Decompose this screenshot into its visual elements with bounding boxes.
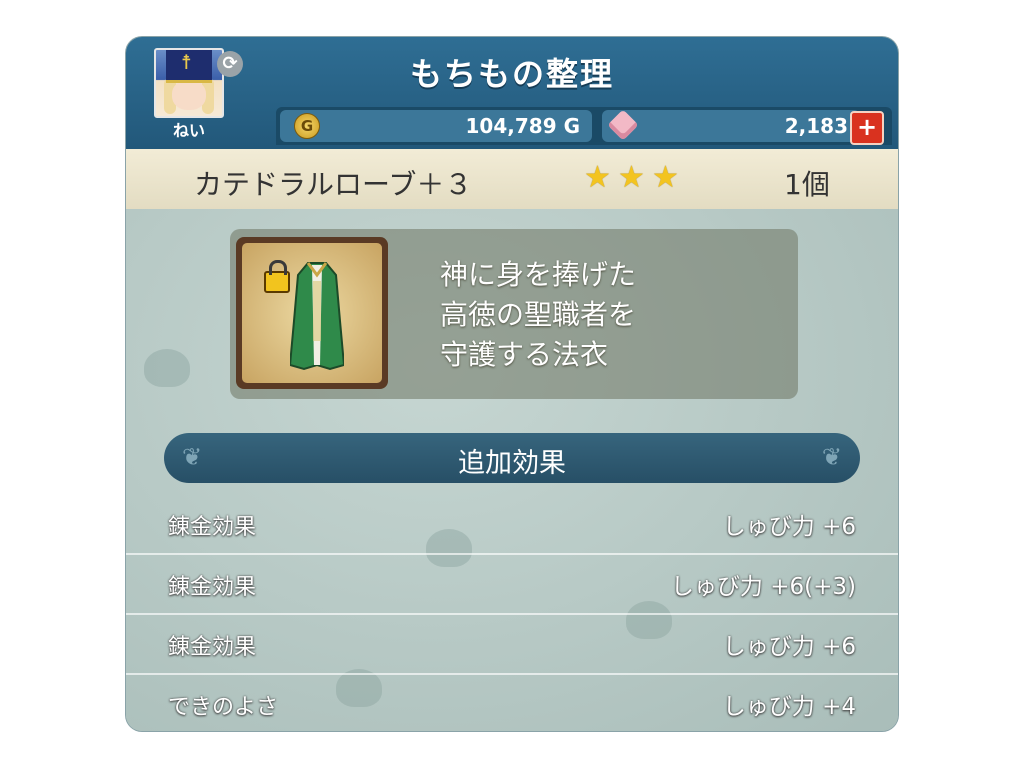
effect-row: 錬金効果 しゅび力 +6 bbox=[126, 613, 898, 675]
currency-bar: G 104,789 G 2,183 bbox=[276, 107, 892, 145]
effect-value: しゅび力 +4 bbox=[722, 694, 856, 720]
section-title: 追加効果 bbox=[458, 448, 566, 479]
add-gems-button[interactable]: + bbox=[850, 111, 884, 145]
item-description: 神に身を捧げた 高徳の聖職者を 守護する法衣 bbox=[440, 258, 637, 371]
gold-display: G 104,789 G bbox=[280, 110, 592, 142]
slime-watermark-icon bbox=[144, 349, 190, 387]
robe-icon bbox=[290, 262, 344, 371]
item-info-bar: カテドラルローブ＋３ ★ ★ ★ 1個 bbox=[126, 149, 898, 211]
gem-amount: 2,183 bbox=[784, 114, 848, 138]
effect-label: 錬金効果 bbox=[168, 635, 257, 660]
gem-display: 2,183 bbox=[602, 109, 860, 142]
effect-row: できのよさ しゅび力 +4 bbox=[126, 673, 898, 731]
item-image-frame[interactable] bbox=[236, 237, 388, 389]
lock-icon[interactable] bbox=[264, 260, 290, 293]
page-title: もちもの整理 bbox=[409, 55, 614, 93]
effect-value: しゅび力 +6 bbox=[722, 514, 856, 540]
inventory-panel: ⟳ ねい もちもの整理 G 104,789 G 2,183 + カテドラルローブ… bbox=[126, 37, 898, 731]
player-name: ねい bbox=[172, 121, 205, 140]
effect-row: 錬金効果 しゅび力 +6 bbox=[126, 493, 898, 555]
item-name: カテドラルローブ＋３ bbox=[194, 168, 473, 201]
star-icon: ★ bbox=[652, 160, 679, 195]
gem-icon bbox=[607, 109, 639, 141]
effect-row: 錬金効果 しゅび力 +6(+3) bbox=[126, 553, 898, 615]
gold-amount: 104,789 G bbox=[465, 114, 580, 138]
star-icon: ★ bbox=[584, 160, 611, 195]
additional-effects-header: ❦ 追加効果 ❦ bbox=[164, 433, 860, 483]
item-count: 1個 bbox=[784, 168, 830, 201]
effect-value: しゅび力 +6(+3) bbox=[670, 574, 856, 600]
effect-label: できのよさ bbox=[168, 695, 279, 720]
effect-value: しゅび力 +6 bbox=[722, 634, 856, 660]
star-icon: ★ bbox=[618, 160, 645, 195]
effect-label: 錬金効果 bbox=[168, 515, 257, 540]
gold-coin-icon: G bbox=[294, 113, 320, 139]
header: ⟳ ねい もちもの整理 G 104,789 G 2,183 + bbox=[126, 37, 898, 149]
flourish-right-icon: ❦ bbox=[821, 443, 842, 471]
item-rarity-stars: ★ ★ ★ bbox=[584, 163, 681, 193]
effect-label: 錬金効果 bbox=[168, 575, 257, 600]
